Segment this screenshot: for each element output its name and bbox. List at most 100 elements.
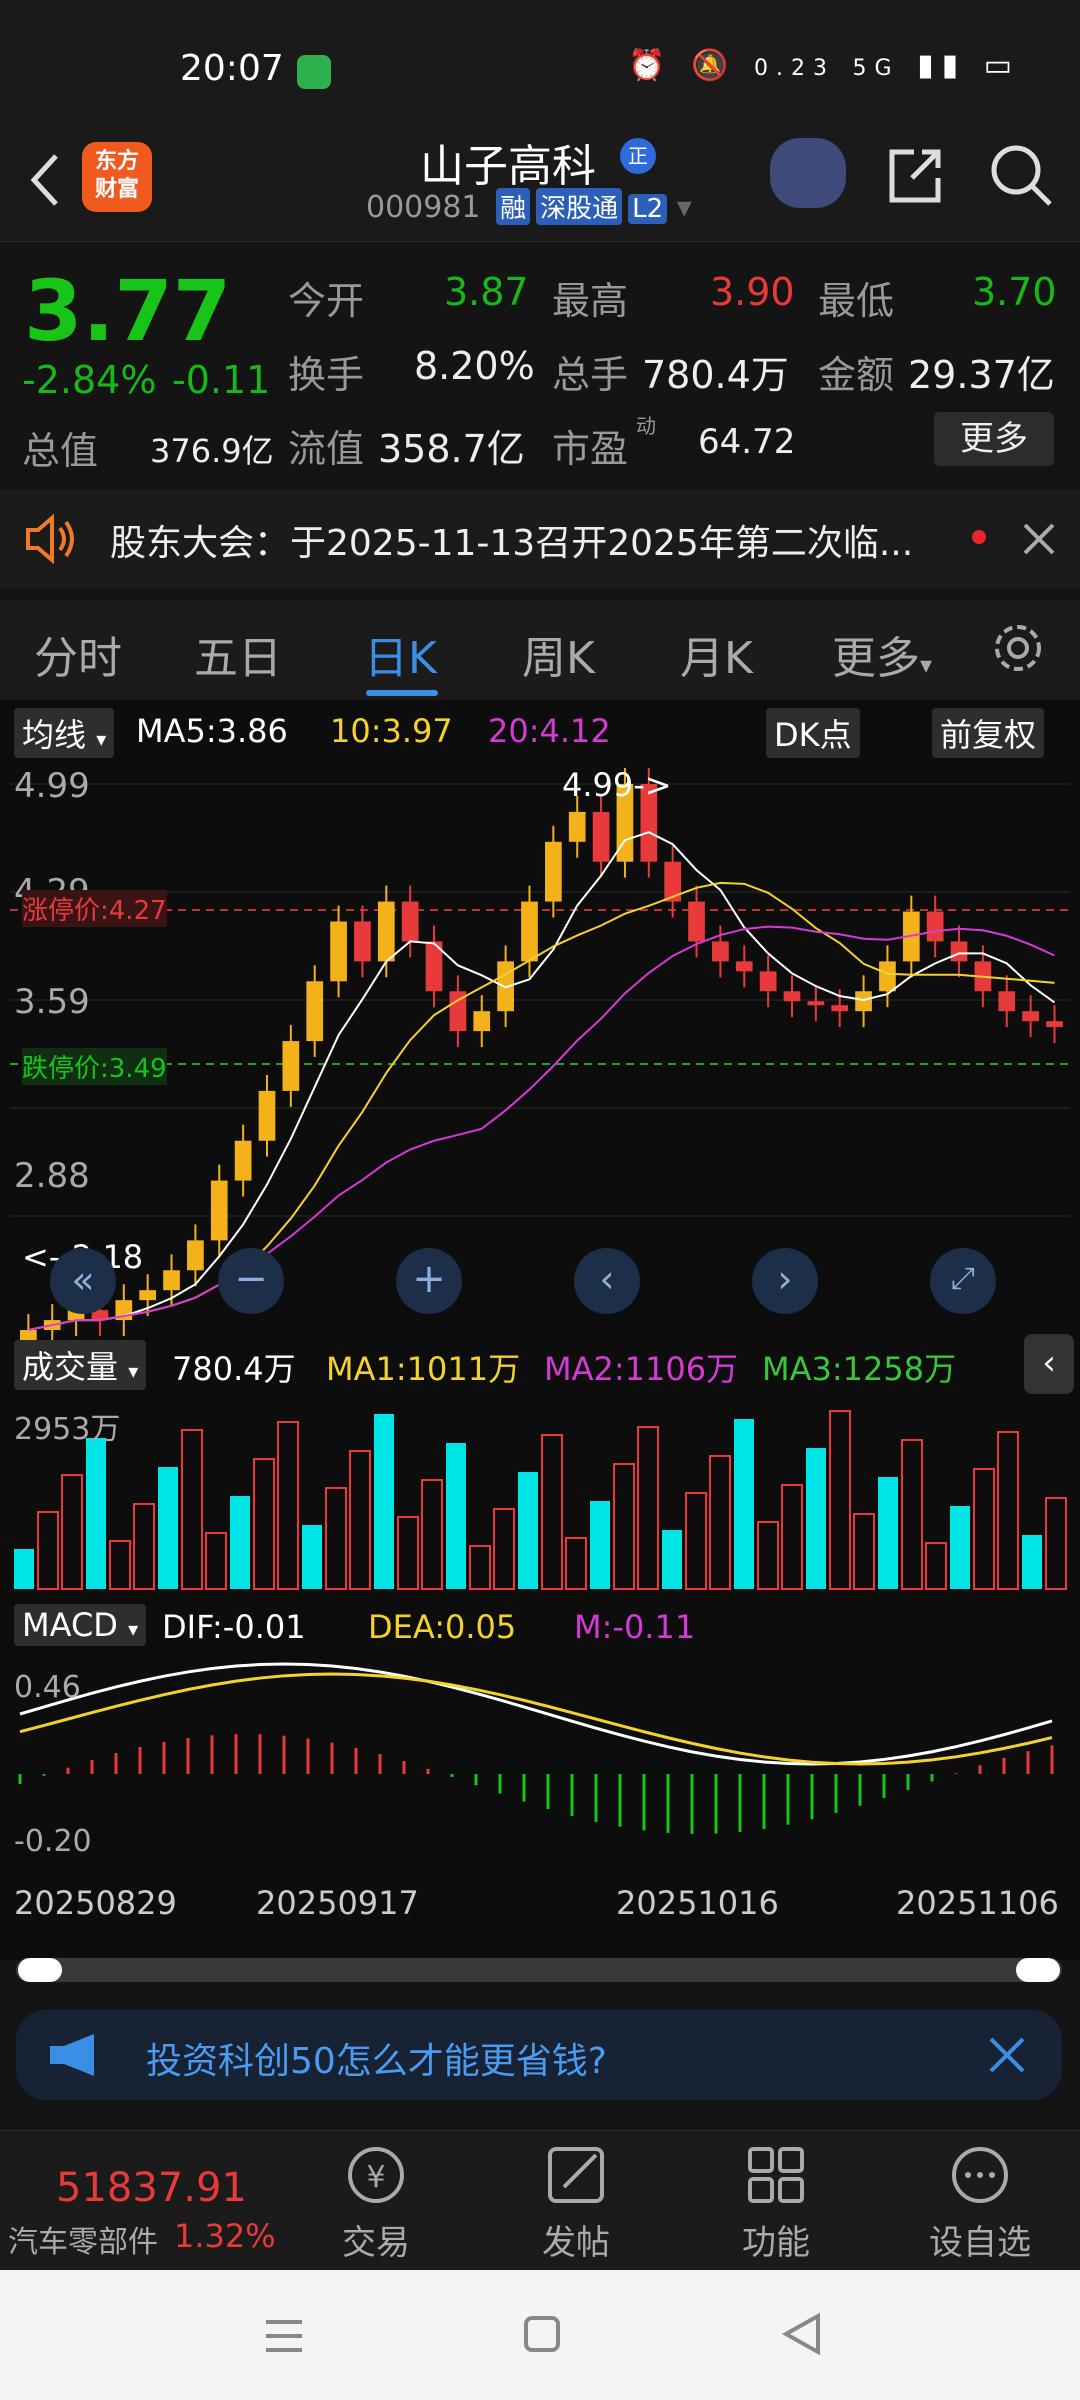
limit-down-label: 跌停价:3.49 [22,1048,167,1085]
volume-bar [446,1443,466,1589]
volume-bar [829,1410,851,1590]
stock-name: 山子高科 [420,141,596,192]
search-icon[interactable] [988,142,1054,208]
macd-select[interactable]: MACD ▾ [14,1604,147,1646]
volume-bar [374,1414,394,1589]
tab-five-day[interactable]: 五日 [194,622,282,686]
pe-sup: 动 [636,414,656,438]
tab-monthly-k[interactable]: 月K [680,622,753,686]
chart-area[interactable]: 均线 ▾ MA5:3.86 10:3.97 20:4.12 DK点 前复权 4.… [0,700,1080,1960]
range-handle-right[interactable] [1016,1958,1060,1982]
tab-intraday[interactable]: 分时 [34,622,122,686]
share-icon[interactable] [884,144,946,206]
range-scrollbar[interactable] [16,1958,1062,1982]
low-label: 最低 [818,279,895,323]
settings-icon[interactable] [990,620,1046,676]
limit-up-label: 涨停价:4.27 [22,890,167,927]
sector-name[interactable]: 汽车零部件 [8,2217,158,2261]
candle-body [1022,1011,1039,1022]
volume-bar [302,1525,322,1589]
tag-connect: 深股通 [536,188,623,225]
volume-bar [61,1474,83,1590]
quote-panel: 3.77 -2.84% -0.11 总值 376.9亿 今开 3.87 最高 3… [0,242,1080,482]
add-watchlist-label[interactable]: 设自选 [910,2215,1050,2264]
more-button[interactable]: 更多 [934,412,1054,466]
tab-more[interactable]: 更多▾ [832,622,932,686]
candle-body [783,991,801,1002]
adjust-button[interactable]: 前复权 [932,708,1045,758]
bottom-toolbar: 51837.91 汽车零部件 1.32% ¥ 交易 发帖 功能 设自选 [0,2130,1080,2270]
notice-text[interactable]: 股东大会：于2025-11-13召开2025年第二次临... [110,514,913,566]
collapse-icon[interactable]: ‹ [1024,1334,1074,1394]
y-tick-3: 3.59 [14,982,90,1022]
candle-body [592,811,610,862]
dk-button[interactable]: DK点 [766,708,860,758]
date-tick-1: 20250829 [14,1884,177,1922]
ma10-label: 10:3.97 [330,712,453,750]
candle-body [545,841,562,902]
volume-bar [1045,1497,1067,1590]
function-icon[interactable] [706,2141,846,2211]
volume-bar [901,1439,923,1590]
back-nav-icon[interactable] [780,2312,824,2356]
net-speed: 0.23 [753,56,835,81]
turnover-label: 换手 [288,353,365,397]
post-icon[interactable] [506,2141,646,2211]
range-handle-left[interactable] [18,1958,62,1982]
app-logo[interactable]: 东方 财富 [82,142,152,212]
ai-assistant-icon[interactable] [770,138,846,208]
pe-value: 64.72 [698,422,796,462]
volume-bar [37,1511,59,1590]
dropdown-icon[interactable]: ▾ [677,190,692,225]
home-icon[interactable] [522,2314,562,2354]
volume-bar [781,1484,803,1590]
trade-icon[interactable]: ¥ [306,2141,446,2211]
next-icon[interactable]: › [752,1248,818,1314]
status-bar: 20:07 ⏰ 🔕 0.23 5G ▮▮ ▭ [0,0,1080,130]
volume-bar [973,1468,995,1590]
indicator-select[interactable]: 均线 ▾ [14,708,115,758]
trade-label[interactable]: 交易 [306,2215,446,2264]
candle-body [831,1005,849,1012]
ad-close-icon[interactable] [988,2036,1026,2074]
volume-bar [997,1431,1019,1590]
back-icon[interactable] [26,150,66,210]
tab-daily-k[interactable]: 日K [364,622,437,686]
plus-icon[interactable]: + [396,1248,462,1314]
watchlist-icon[interactable] [910,2141,1050,2211]
volume-bar [709,1455,731,1590]
fullscreen-icon[interactable]: ⤢ [930,1248,996,1314]
notice-bar[interactable]: 股东大会：于2025-11-13召开2025年第二次临... [0,490,1080,588]
post-label[interactable]: 发帖 [506,2215,646,2264]
dif-line [19,1662,1053,1766]
minus-icon[interactable]: − [218,1248,284,1314]
volume-bar [158,1467,178,1589]
prev-icon[interactable]: ‹ [574,1248,640,1314]
zoom-out-icon[interactable]: « [50,1248,116,1314]
vol-ma2: MA2:1106万 [544,1350,739,1388]
volume-bar [14,1549,34,1589]
tab-weekly-k[interactable]: 周K [522,622,595,686]
menu-icon[interactable] [262,2314,306,2358]
tag-l2[interactable]: L2 [628,194,668,224]
candle-body [354,921,371,962]
function-label[interactable]: 功能 [706,2215,846,2264]
status-icons: ⏰ 🔕 0.23 5G ▮▮ ▭ [628,48,1020,83]
candle-body [879,961,896,992]
close-icon[interactable] [1022,522,1056,556]
amount-label: 金额 [818,353,895,397]
tab-more-label: 更多 [832,633,920,684]
volume-bar [925,1542,947,1590]
volume-bar [518,1472,538,1589]
volume-select[interactable]: 成交量 ▾ [14,1340,147,1390]
stock-header: 东方 财富 山子高科 正 000981 融深股通 L2 ▾ [0,130,1080,242]
date-tick-4: 20251106 [896,1884,1059,1922]
ad-banner[interactable]: 投资科创50怎么才能更省钱? [16,2010,1062,2100]
volume-bar [109,1540,131,1590]
vol-y-top: 2953万 [14,1412,121,1447]
index-value[interactable]: 51837.91 [56,2165,247,2211]
volume-bar [1022,1535,1042,1589]
ad-text[interactable]: 投资科创50怎么才能更省钱? [146,2032,607,2084]
ma5-line [28,831,1056,1332]
y-tick-top: 4.99 [14,766,90,806]
